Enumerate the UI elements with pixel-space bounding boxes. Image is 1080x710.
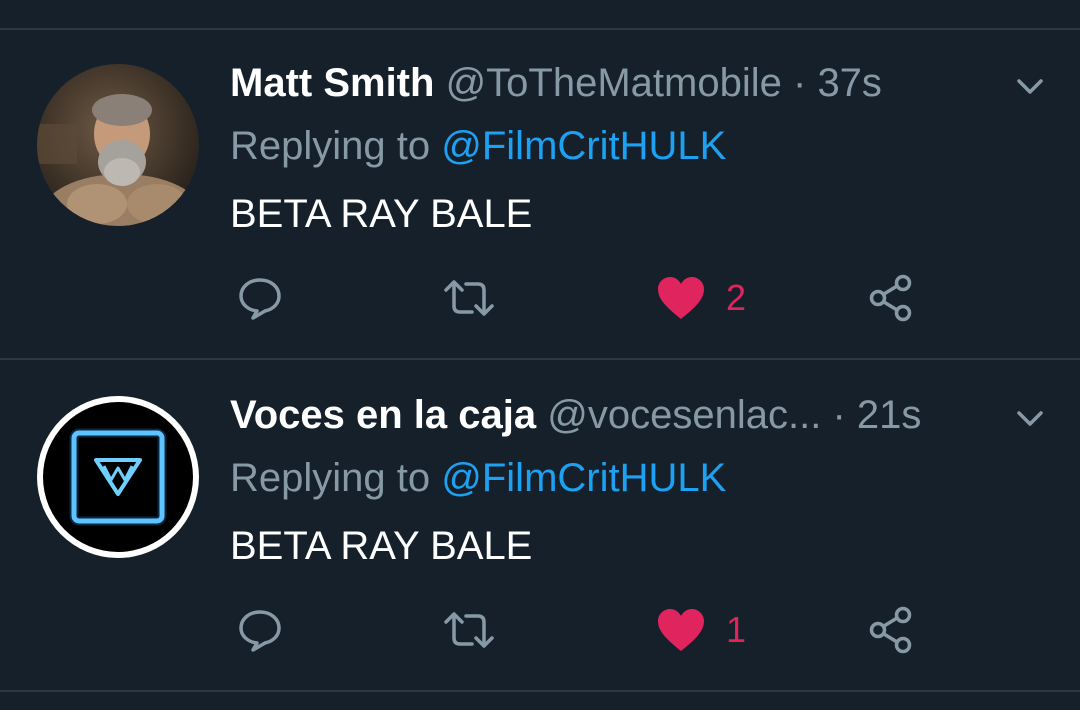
retweet-icon (444, 612, 494, 648)
avatar[interactable] (37, 64, 199, 226)
username[interactable]: @vocesenlac... (547, 393, 821, 437)
heart-icon (658, 609, 704, 651)
timestamp[interactable]: 21s (857, 393, 922, 437)
tweet-header: Matt Smith @ToTheMatmobile · 37s (230, 59, 882, 107)
share-button[interactable] (866, 600, 916, 660)
heart-icon (658, 277, 704, 319)
tweet[interactable]: Matt Smith @ToTheMatmobile · 37s Replyin… (0, 30, 1080, 358)
separator: · (832, 393, 846, 437)
tweet[interactable]: Voces en la caja @vocesenlac... · 21s Re… (0, 360, 1080, 690)
more-options-button[interactable] (1013, 402, 1047, 436)
like-button[interactable]: 2 (656, 268, 746, 328)
avatar[interactable] (37, 396, 199, 558)
reply-icon (239, 610, 281, 652)
display-name[interactable]: Voces en la caja (230, 393, 536, 437)
reply-icon (239, 278, 281, 320)
share-button[interactable] (866, 268, 916, 328)
avatar-photo (37, 64, 199, 226)
timestamp[interactable]: 37s (817, 61, 882, 105)
like-count: 1 (726, 609, 747, 650)
mention-link[interactable]: @FilmCritHULK (441, 456, 726, 500)
tweet-header: Voces en la caja @vocesenlac... · 21s (230, 391, 921, 439)
share-icon (869, 274, 912, 322)
like-button[interactable]: 1 (656, 600, 746, 660)
more-options-button[interactable] (1013, 70, 1047, 104)
mention-link[interactable]: @FilmCritHULK (441, 124, 726, 168)
tweet-text: BETA RAY BALE (230, 192, 533, 236)
divider (0, 690, 1080, 692)
retweet-button[interactable] (442, 268, 496, 328)
like-count: 2 (726, 277, 747, 318)
tweet-text: BETA RAY BALE (230, 524, 533, 568)
reply-button[interactable] (236, 268, 284, 328)
share-icon (869, 606, 912, 654)
retweet-button[interactable] (442, 600, 496, 660)
avatar-logo (43, 402, 193, 552)
chevron-down-icon (1017, 79, 1043, 94)
separator: · (792, 61, 807, 105)
reply-button[interactable] (236, 600, 284, 660)
replying-to: Replying to @FilmCritHULK (230, 454, 726, 502)
timeline-feed: Matt Smith @ToTheMatmobile · 37s Replyin… (0, 0, 1080, 710)
chevron-down-icon (1017, 411, 1043, 426)
replying-to: Replying to @FilmCritHULK (230, 122, 726, 170)
replying-prefix: Replying to (230, 124, 431, 168)
retweet-icon (444, 280, 494, 316)
username[interactable]: @ToTheMatmobile (446, 61, 782, 105)
replying-prefix: Replying to (230, 456, 431, 500)
display-name[interactable]: Matt Smith (230, 61, 434, 105)
